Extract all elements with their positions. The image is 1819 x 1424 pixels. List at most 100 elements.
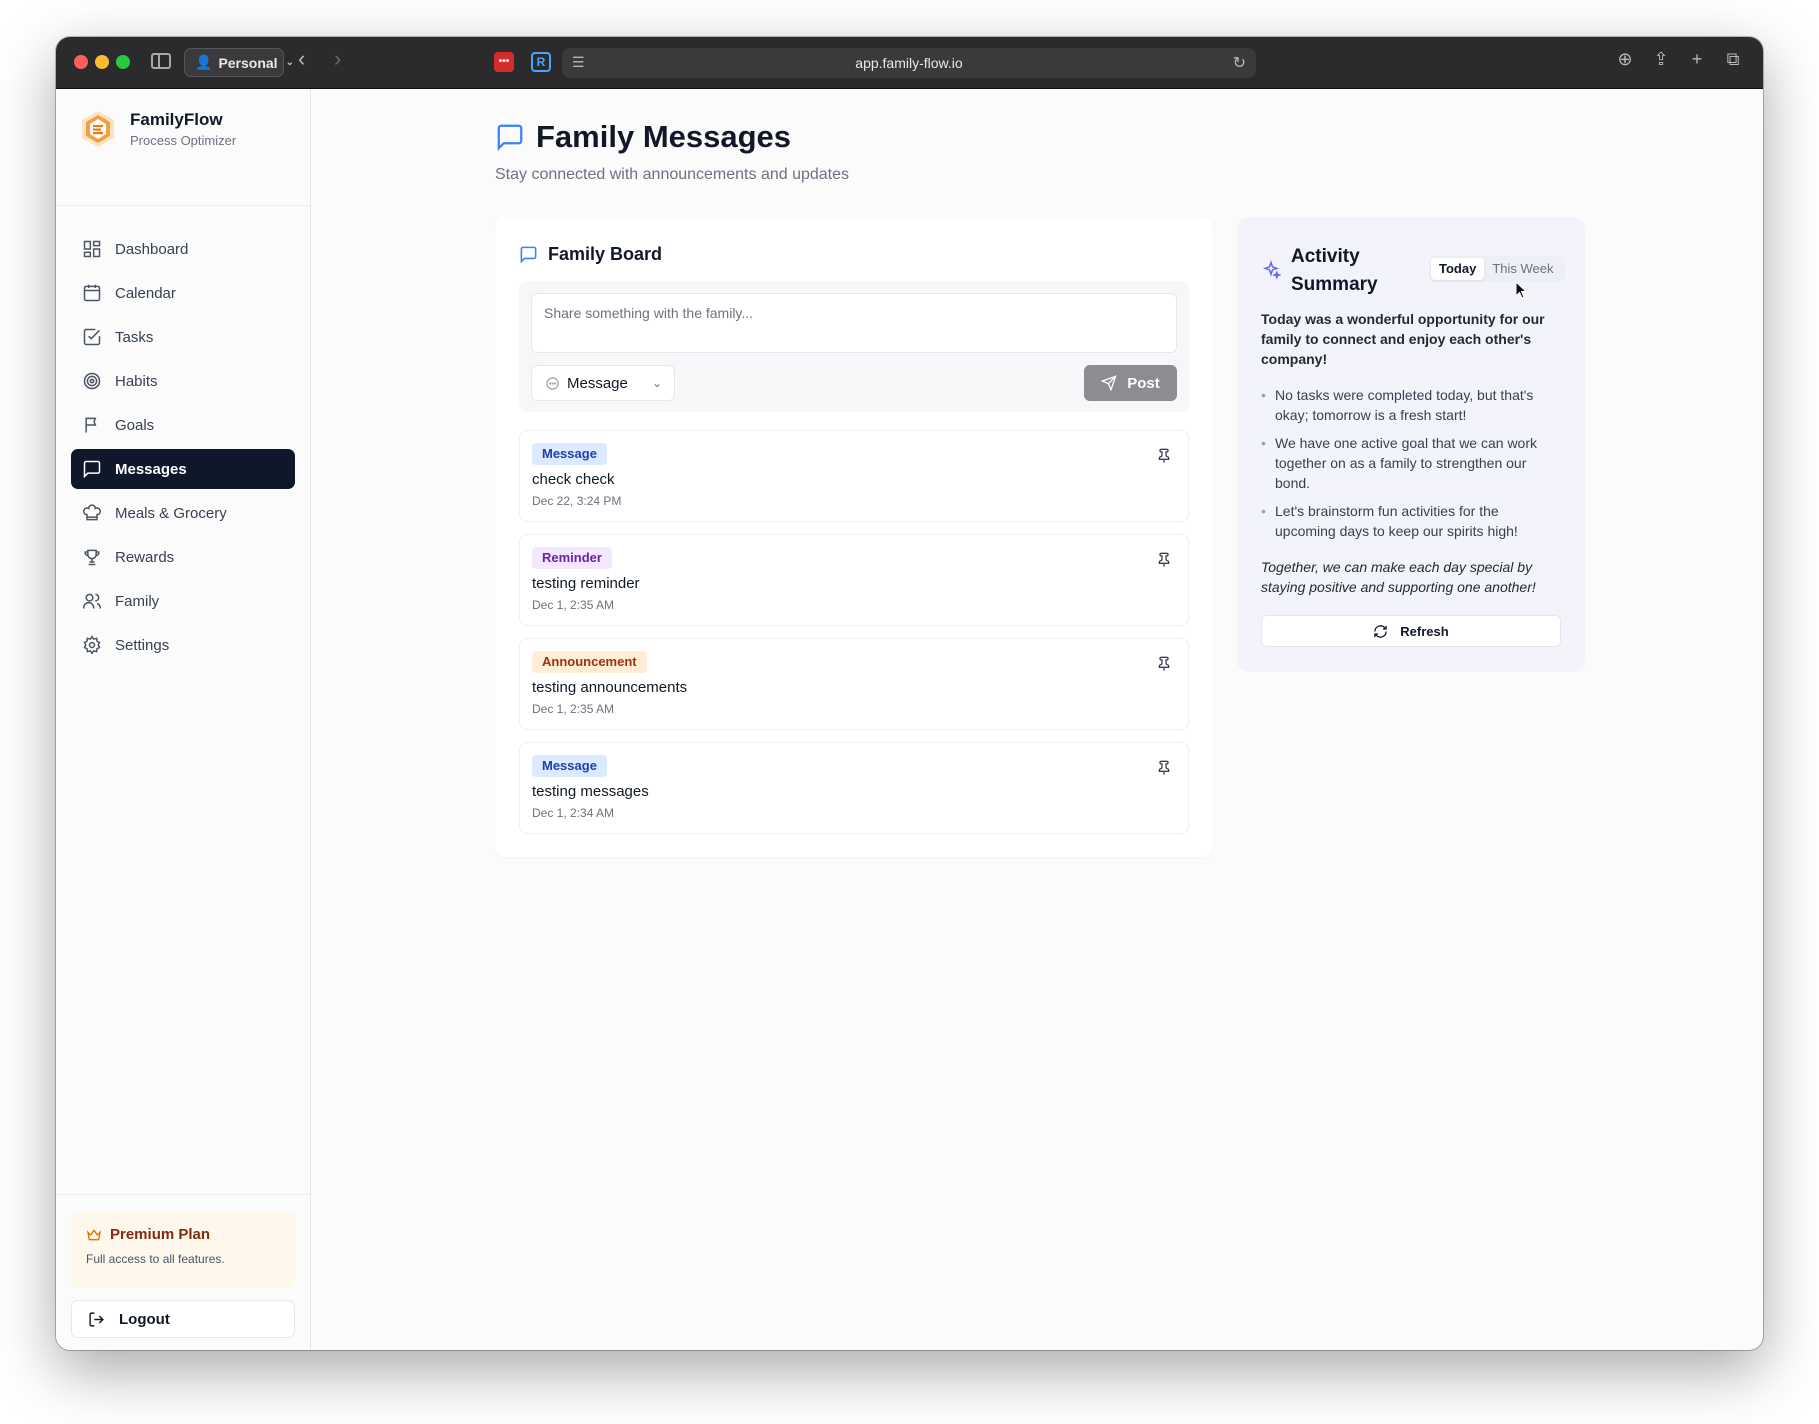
post-tag: Reminder <box>532 547 612 569</box>
brand[interactable]: FamilyFlow Process Optimizer <box>78 109 236 149</box>
flag-icon <box>85 417 97 433</box>
page-subtitle: Stay connected with announcements and up… <box>495 166 850 183</box>
list-item: No tasks were completed today, but that'… <box>1261 385 1561 425</box>
crown-icon <box>86 1228 102 1240</box>
sidebar-item-label: Family <box>115 592 160 610</box>
post-date: Dec 1, 2:35 AM <box>532 702 615 716</box>
activity-outro: Together, we can make each day special b… <box>1261 559 1536 595</box>
pin-icon[interactable] <box>1156 655 1172 673</box>
person-icon: 👤 <box>195 54 213 70</box>
sidebar-item-habits[interactable]: Habits <box>71 361 295 401</box>
activity-intro: Today was a wonderful opportunity for ou… <box>1261 311 1545 367</box>
activity-summary-card: Activity Summary Today This Week Today w… <box>1237 217 1585 672</box>
sidebar-item-tasks[interactable]: Tasks <box>71 317 295 357</box>
activity-title: Activity Summary <box>1291 246 1378 295</box>
tab-this-week[interactable]: This Week <box>1484 258 1561 280</box>
tab-today[interactable]: Today <box>1431 258 1485 280</box>
post-label: Post <box>1127 374 1160 392</box>
sidebar-item-settings[interactable]: Settings <box>71 625 295 665</box>
familyflow-logo-icon <box>82 111 114 147</box>
list-item: Let's brainstorm fun activities for the … <box>1261 501 1561 541</box>
sidebar-item-label: Rewards <box>115 548 175 566</box>
page-header: Family Messages Stay connected with anno… <box>495 119 849 184</box>
sidebar-item-family[interactable]: Family <box>71 581 295 621</box>
calendar-icon <box>83 284 101 302</box>
zoom-window-button[interactable] <box>116 55 130 69</box>
post-text: testing reminder <box>532 575 640 592</box>
address-bar[interactable]: ☰ app.family-flow.io ↻ <box>562 48 1256 78</box>
post-tag: Message <box>532 755 607 777</box>
board-title: Family Board <box>548 244 663 264</box>
premium-plan-card: Premium Plan Full access to all features… <box>71 1212 295 1288</box>
download-icon[interactable]: ⊕ <box>1615 49 1635 70</box>
reader-extension-icon[interactable]: R <box>531 52 551 72</box>
sidebar-item-label: Calendar <box>115 284 176 302</box>
back-arrow-icon[interactable]: ‹ <box>298 48 305 70</box>
send-icon <box>1101 375 1117 391</box>
sparkles-icon <box>1262 260 1281 280</box>
new-tab-icon[interactable]: + <box>1687 49 1707 70</box>
sidebar-item-goals[interactable]: Goals <box>71 405 295 445</box>
post-item[interactable]: Message testing messages Dec 1, 2:34 AM <box>519 742 1189 834</box>
sidebar-item-calendar[interactable]: Calendar <box>71 273 295 313</box>
refresh-button[interactable]: Refresh <box>1261 615 1561 647</box>
sidebar-item-label: Tasks <box>115 328 154 346</box>
target-icon <box>83 372 101 390</box>
post-item[interactable]: Message check check Dec 22, 3:24 PM <box>519 430 1189 522</box>
sidebar-item-label: Meals & Grocery <box>115 504 227 522</box>
message-type-select[interactable]: Message ⌄ <box>531 365 675 401</box>
sidebar-nav: Dashboard Calendar Tasks Habits Goals Me… <box>71 229 295 669</box>
divider <box>56 1194 310 1195</box>
logout-label: Logout <box>119 1310 170 1328</box>
dashboard-icon <box>83 240 101 258</box>
pin-icon[interactable] <box>1156 551 1172 569</box>
sidebar-toggle-icon[interactable] <box>151 53 171 69</box>
pin-icon[interactable] <box>1156 447 1172 465</box>
refresh-label: Refresh <box>1400 623 1449 639</box>
password-extension-icon[interactable]: ••• <box>494 52 514 72</box>
close-window-button[interactable] <box>74 55 88 69</box>
sidebar-item-label: Goals <box>115 416 155 434</box>
sidebar-item-meals-grocery[interactable]: Meals & Grocery <box>71 493 295 533</box>
sidebar-item-label: Habits <box>115 372 158 390</box>
users-icon <box>82 593 102 609</box>
message-input[interactable]: Share something with the family... <box>531 293 1177 353</box>
post-date: Dec 22, 3:24 PM <box>532 494 622 508</box>
post-text: check check <box>532 471 615 488</box>
sidebar-item-label: Settings <box>115 636 170 654</box>
minimize-window-button[interactable] <box>95 55 109 69</box>
reload-icon[interactable]: ↻ <box>1233 53 1246 73</box>
post-list: Message check check Dec 22, 3:24 PM Remi… <box>519 430 1189 846</box>
profile-button[interactable]: 👤 Personal ⌄ <box>184 48 294 77</box>
message-icon <box>83 460 101 479</box>
pin-icon[interactable] <box>1156 759 1172 777</box>
brand-name: FamilyFlow <box>130 110 223 129</box>
premium-title: Premium Plan <box>110 1226 211 1243</box>
gear-icon <box>83 635 101 655</box>
chevron-down-icon: ⌄ <box>285 57 294 68</box>
speech-bubble-icon <box>546 376 559 390</box>
browser-toolbar: 👤 Personal ⌄ ‹ › ••• R ☰ app.family-flow… <box>56 37 1763 89</box>
post-item[interactable]: Reminder testing reminder Dec 1, 2:35 AM <box>519 534 1189 626</box>
sidebar-item-label: Messages <box>115 460 187 478</box>
post-button[interactable]: Post <box>1084 365 1177 401</box>
refresh-icon <box>1374 624 1388 638</box>
message-type-value: Message <box>567 374 628 392</box>
chef-hat-icon <box>83 504 101 521</box>
list-item: We have one active goal that we can work… <box>1261 433 1561 493</box>
checkbox-icon <box>83 328 101 346</box>
message-icon <box>520 246 537 264</box>
sidebar-item-dashboard[interactable]: Dashboard <box>71 229 295 269</box>
activity-bullets: No tasks were completed today, but that'… <box>1261 385 1561 549</box>
post-item[interactable]: Announcement testing announcements Dec 1… <box>519 638 1189 730</box>
sidebar-item-rewards[interactable]: Rewards <box>71 537 295 577</box>
activity-period-tabs: Today This Week <box>1429 256 1565 282</box>
sidebar-item-messages[interactable]: Messages <box>71 449 295 489</box>
share-icon[interactable]: ⇪ <box>1651 49 1671 70</box>
logout-icon <box>89 1311 104 1327</box>
app-sidebar: FamilyFlow Process Optimizer Dashboard C… <box>56 89 311 1350</box>
sidebar-item-label: Dashboard <box>115 240 189 258</box>
logout-button[interactable]: Logout <box>71 1300 295 1338</box>
forward-arrow-icon[interactable]: › <box>334 48 341 70</box>
tab-overview-icon[interactable]: ⧉ <box>1723 49 1743 70</box>
